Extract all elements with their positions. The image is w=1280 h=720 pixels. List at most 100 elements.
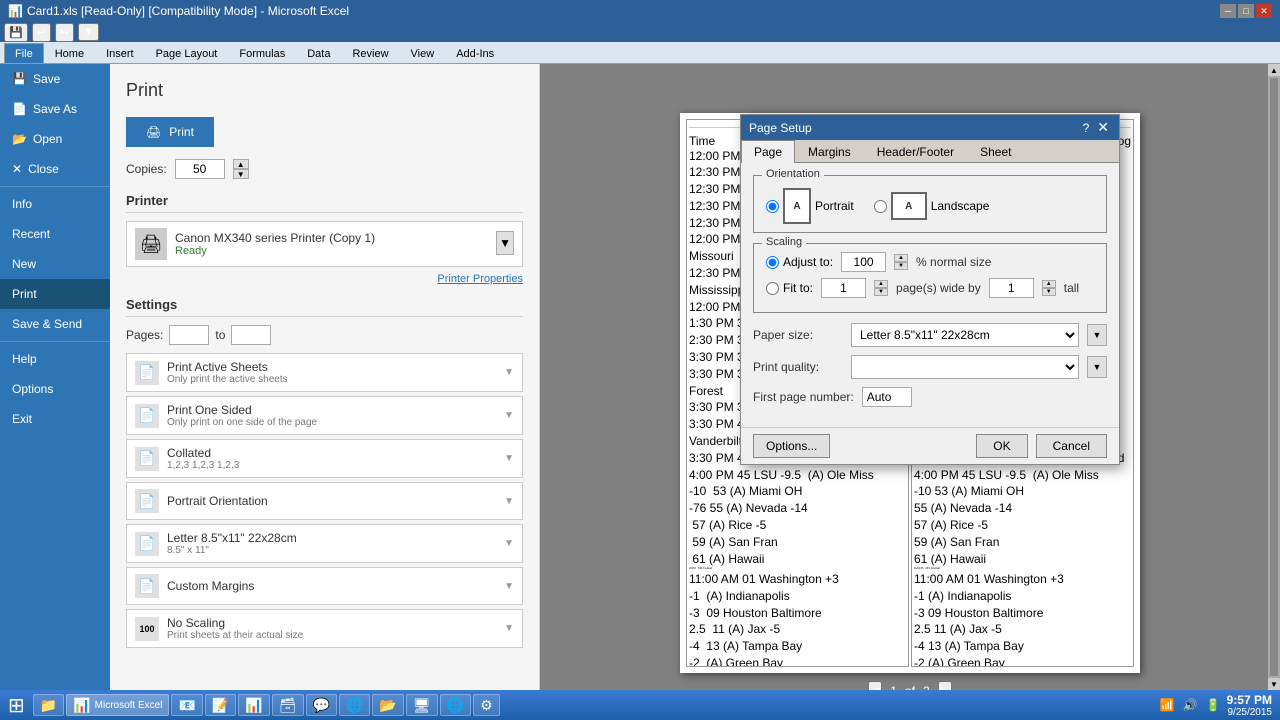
landscape-radio[interactable]	[874, 200, 887, 213]
tab-review[interactable]: Review	[341, 43, 399, 63]
tab-data[interactable]: Data	[296, 43, 341, 63]
taskbar-explorer[interactable]: 📁	[33, 694, 64, 716]
dialog-help-button[interactable]: ?	[1081, 119, 1092, 136]
sidebar-item-help[interactable]: Help	[0, 344, 110, 374]
tab-addins[interactable]: Add-Ins	[445, 43, 505, 63]
copies-input[interactable]	[175, 159, 225, 179]
sidebar-item-exit[interactable]: Exit	[0, 404, 110, 434]
taskbar-ie[interactable]: 🌐	[339, 694, 370, 716]
sidebar-item-recent[interactable]: Recent	[0, 219, 110, 249]
portrait-option[interactable]: A Portrait	[766, 188, 854, 224]
sidebar-item-print[interactable]: Print	[0, 279, 110, 309]
copies-down-button[interactable]: ▼	[233, 169, 249, 179]
fit-tall-down-button[interactable]: ▼	[1042, 288, 1056, 296]
setting-scaling[interactable]: 100 No Scaling Print sheets at their act…	[126, 609, 523, 648]
adjust-to-radio[interactable]	[766, 256, 779, 269]
sidebar-item-new[interactable]: New	[0, 249, 110, 279]
paper-size-label: Paper size:	[753, 328, 843, 342]
save-quick-button[interactable]: 💾	[4, 23, 28, 42]
setting-collated[interactable]: 📄 Collated 1,2,3 1,2,3 1,2,3 ▼	[126, 439, 523, 478]
print-button[interactable]: 🖨 Print	[126, 117, 214, 147]
setting-print-active-sheets[interactable]: 📄 Print Active Sheets Only print the act…	[126, 353, 523, 392]
options-button[interactable]: Options...	[753, 434, 830, 458]
close-button[interactable]: ✕	[1256, 4, 1272, 18]
dialog-page-tab-content: Orientation A Portrait A Landscape	[741, 163, 1119, 427]
tab-formulas[interactable]: Formulas	[228, 43, 296, 63]
paper-size-dropdown-btn[interactable]: ▼	[1087, 324, 1107, 346]
sidebar-item-save[interactable]: 💾 Save	[0, 64, 110, 94]
taskbar-powerpoint[interactable]: 📊	[238, 694, 269, 716]
start-button[interactable]: ⊞	[4, 693, 29, 718]
sidebar-item-info[interactable]: Info	[0, 189, 110, 219]
printer-properties-link[interactable]: Printer Properties	[437, 273, 523, 285]
tray-clock[interactable]: 9:57 PM 9/25/2015	[1227, 693, 1272, 718]
setting-paper-size[interactable]: 📄 Letter 8.5"x11" 22x28cm 8.5" x 11" ▼	[126, 524, 523, 563]
dialog-close-button[interactable]: ✕	[1095, 119, 1111, 136]
print-quality-dropdown-btn[interactable]: ▼	[1087, 356, 1107, 378]
powerpoint-icon: 📊	[245, 697, 262, 714]
dialog-tab-page[interactable]: Page	[741, 140, 795, 163]
tab-page-layout[interactable]: Page Layout	[145, 43, 229, 63]
landscape-option[interactable]: A Landscape	[874, 192, 990, 220]
fit-pages-up-button[interactable]: ▲	[874, 280, 888, 288]
taskbar-vnc[interactable]: 🖥	[406, 694, 438, 716]
taskbar-outlook[interactable]: 📧	[171, 694, 202, 716]
fit-to-option[interactable]: Fit to:	[766, 281, 813, 295]
dialog-tab-header-footer[interactable]: Header/Footer	[864, 140, 967, 163]
taskbar-filezilla[interactable]: 📂	[372, 694, 403, 716]
customize-quick-button[interactable]: ▼	[78, 23, 99, 41]
pages-from-input[interactable]	[169, 325, 209, 345]
paper-size-select[interactable]: Letter 8.5"x11" 22x28cm	[851, 323, 1079, 347]
sidebar-item-options[interactable]: Options	[0, 374, 110, 404]
undo-quick-button[interactable]: ↩	[32, 23, 51, 42]
portrait-radio[interactable]	[766, 200, 779, 213]
adjust-down-button[interactable]: ▼	[894, 262, 908, 270]
minimize-button[interactable]: ─	[1220, 4, 1236, 18]
cancel-button[interactable]: Cancel	[1036, 434, 1107, 458]
fit-to-pages-input[interactable]	[821, 278, 866, 298]
dialog-tab-sheet[interactable]: Sheet	[967, 140, 1024, 163]
maximize-button[interactable]: □	[1238, 4, 1254, 18]
tab-insert[interactable]: Insert	[95, 43, 145, 63]
copies-row: Copies: ▲ ▼	[126, 159, 523, 179]
dialog-tab-margins[interactable]: Margins	[795, 140, 864, 163]
setting-orientation[interactable]: 📄 Portrait Orientation ▼	[126, 482, 523, 520]
ok-button[interactable]: OK	[976, 434, 1027, 458]
print-quality-select[interactable]	[851, 355, 1079, 379]
adjust-to-option[interactable]: Adjust to:	[766, 255, 833, 269]
tab-view[interactable]: View	[400, 43, 446, 63]
taskbar-access[interactable]: 🗃	[272, 694, 304, 716]
first-page-input[interactable]	[862, 387, 912, 407]
sidebar-item-save-as[interactable]: 📄 Save As	[0, 94, 110, 124]
fit-tall-label: tall	[1064, 281, 1079, 295]
outlook-icon: 📧	[178, 697, 195, 714]
printer-info: Canon MX340 series Printer (Copy 1) Read…	[175, 231, 488, 257]
taskbar-excel[interactable]: 📊 Microsoft Excel	[66, 694, 169, 716]
adjust-to-input[interactable]	[841, 252, 886, 272]
setting-one-sided[interactable]: 📄 Print One Sided Only print on one side…	[126, 396, 523, 435]
sidebar-item-open[interactable]: 📂 Open	[0, 124, 110, 154]
taskbar-skype[interactable]: 💬	[306, 694, 337, 716]
adjust-up-button[interactable]: ▲	[894, 254, 908, 262]
fit-tall-up-button[interactable]: ▲	[1042, 280, 1056, 288]
fit-pages-down-button[interactable]: ▼	[874, 288, 888, 296]
copies-up-button[interactable]: ▲	[233, 159, 249, 169]
setting-margins[interactable]: 📄 Custom Margins ▼	[126, 567, 523, 605]
fit-to-tall-input[interactable]	[989, 278, 1034, 298]
first-page-row: First page number:	[753, 387, 1107, 407]
sidebar-item-save-send[interactable]: Save & Send	[0, 309, 110, 339]
copies-spinner: ▲ ▼	[233, 159, 249, 179]
taskbar-app[interactable]: ⚙	[473, 694, 500, 716]
taskbar-chrome[interactable]: 🌐	[440, 694, 471, 716]
preview-area: Page Setup ? ✕ Page Margins Header/Foote…	[540, 64, 1280, 690]
taskbar-word[interactable]: 📝	[205, 694, 236, 716]
pages-to-input[interactable]	[231, 325, 271, 345]
tab-file[interactable]: File	[4, 43, 44, 63]
sidebar-item-close[interactable]: ✕ Close	[0, 154, 110, 184]
sidebar-divider-1	[0, 186, 110, 187]
fit-to-radio[interactable]	[766, 282, 779, 295]
tab-home[interactable]: Home	[44, 43, 95, 63]
setting-desc-3: 1,2,3 1,2,3 1,2,3	[167, 460, 496, 471]
printer-dropdown-arrow[interactable]: ▼	[496, 231, 514, 255]
redo-quick-button[interactable]: ↪	[55, 23, 74, 42]
